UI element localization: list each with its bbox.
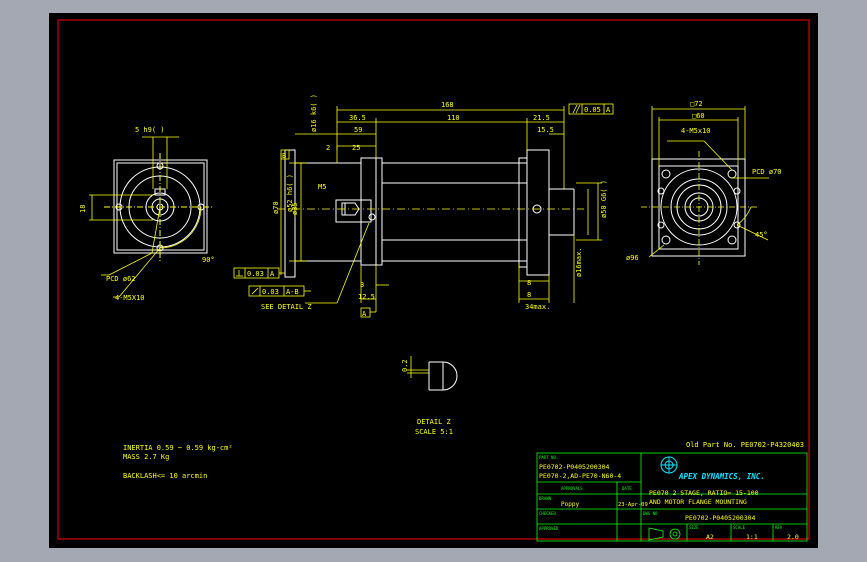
length-21-5-label: 21.5 [533,114,550,122]
dia-50-g6-label: ø50 G6( ) [600,180,608,218]
detail-scale: SCALE 5:1 [415,428,453,436]
old-part-number: Old Part No. PE0702-P4320403 [686,441,804,449]
length-12-5-label: 12.5 [358,293,375,301]
dia-16max-label: ø16max. [575,247,583,277]
drawn-date: 23-Apr-09 [618,502,648,508]
dia-70-label: ø70 [272,201,280,214]
note-backlash: BACKLASH<= 10 arcmin [123,472,207,480]
detail-title: DETAIL Z [417,418,451,426]
side-view [284,149,575,278]
rev-value: 2.0 [787,533,799,541]
runout-ab-value: 0.03 [262,288,279,296]
runout-ab-datum: A-B [286,288,299,296]
angle-90-label: 90° [202,256,215,264]
see-detail-label: SEE DETAIL Z [261,303,312,311]
date-label: DATE [622,486,632,491]
description-line-2: AND MOTOR FLANGE MOUNTING [649,498,747,506]
parallel-tolerance-datum: A [606,106,611,114]
parallel-tolerance-value: 0.05 [584,106,601,114]
pcd-62-label: PCD ø62 [106,275,136,283]
length-34max-label: 34max. [525,303,550,311]
key-width-label: 5 h9( ) [135,126,165,134]
dwg-no: PE0702-P0405200304 [685,514,756,522]
output-end-view-dims [89,136,202,298]
description-line-1: PE070 2 STAGE, RATIO= 15-100 [649,489,759,497]
thread-m5-label: M5 [318,183,326,191]
length-3-label: 3 [360,281,364,289]
length-8-lower-label: 8 [527,291,531,299]
length-25-label: 25 [352,144,360,152]
runout-ab-frame [248,285,311,297]
cad-drawing: 5 h9( ) 18 PCD ø62 90° 4-M5X10 168 110 3… [57,19,810,542]
drawn-by: Poppy [561,501,579,508]
total-length-label: 168 [441,101,454,109]
datum-b-label: B [282,152,286,160]
dia-16-k6-label: ø16 k6( ) [310,94,318,132]
scale-label: SCALE [733,525,746,530]
size-value: A2 [706,533,714,541]
drawing-frame [57,19,810,540]
part-no-2: PE070-2,AD-PE70-N60-4 [539,472,621,480]
length-8-upper-label: 8 [527,279,531,287]
side-view-dims [280,106,602,304]
detail-z-view [428,361,458,391]
cad-viewport[interactable]: 5 h9( ) 18 PCD ø62 90° 4-M5X10 168 110 3… [49,13,818,548]
company-logo [660,456,678,474]
drawn-label: DRAWN [539,496,552,501]
detail-dim-label: 0.2 [401,359,409,372]
size-label: SIZE [689,525,699,530]
square-72-label: □72 [690,100,703,108]
angle-45-label: 45° [755,231,768,239]
note-mass: MASS 2.7 Kg [123,453,169,461]
part-no-1: PE0702-P0405200304 [539,463,610,471]
note-inertia: INERTIA 0.59 ~ 0.59 kg-cm² [123,444,233,452]
projection-symbol [648,527,681,541]
part-no-label: PART NO. [539,455,558,460]
checked-label: CHECKED [539,511,556,516]
length-59-label: 59 [354,126,362,134]
dia-96-label: ø96 [626,254,639,262]
approvals-label: APPROVALS [561,486,583,491]
holes-4m5x10-top-label: 4-M5x10 [681,127,711,135]
pcd-70-label: PCD ø70 [752,168,782,176]
output-end-view [104,153,214,263]
runout-a-value: 0.03 [247,270,264,278]
shaft-height-label: 18 [79,205,87,213]
approved-label: APPROVED [539,526,559,531]
square-60-label: □60 [692,112,705,120]
detail-z-dims [407,356,429,378]
length-110-label: 110 [447,114,460,122]
company-name: APEX DYNAMICS, INC. [678,472,765,481]
rev-label: REV [775,525,783,530]
dwg-no-label: DWG NO [643,511,658,516]
length-2-label: 2 [326,144,330,152]
holes-4m5x10-left-label: 4-M5X10 [115,294,145,302]
runout-a-datum: A [270,270,275,278]
motor-flange-view [651,158,746,257]
length-15-5-label: 15.5 [537,126,554,134]
scale-value: 1:1 [746,533,758,541]
length-36-5-label: 36.5 [349,114,366,122]
dia-35-label: ø35 [291,202,299,215]
